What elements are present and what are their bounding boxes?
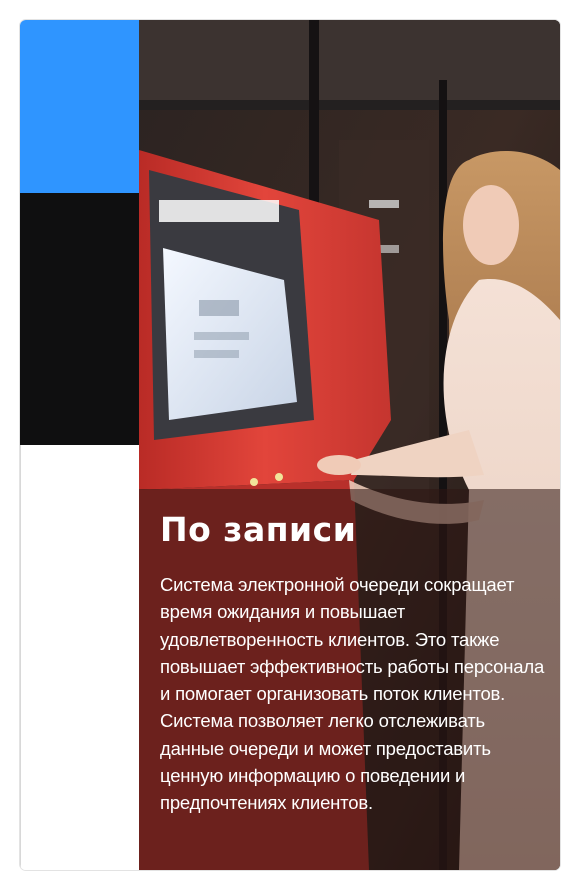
blue-block — [20, 20, 139, 193]
decorative-color-strip — [20, 20, 139, 870]
card-title: По записи — [160, 510, 357, 549]
black-block — [20, 193, 139, 445]
white-block — [20, 445, 139, 870]
card-description: Система электронной очереди сокращает вр… — [160, 574, 545, 814]
service-card: По записи Система электронной очереди со… — [20, 20, 560, 870]
kiosk-photo: По записи Система электронной очереди со… — [139, 20, 560, 870]
